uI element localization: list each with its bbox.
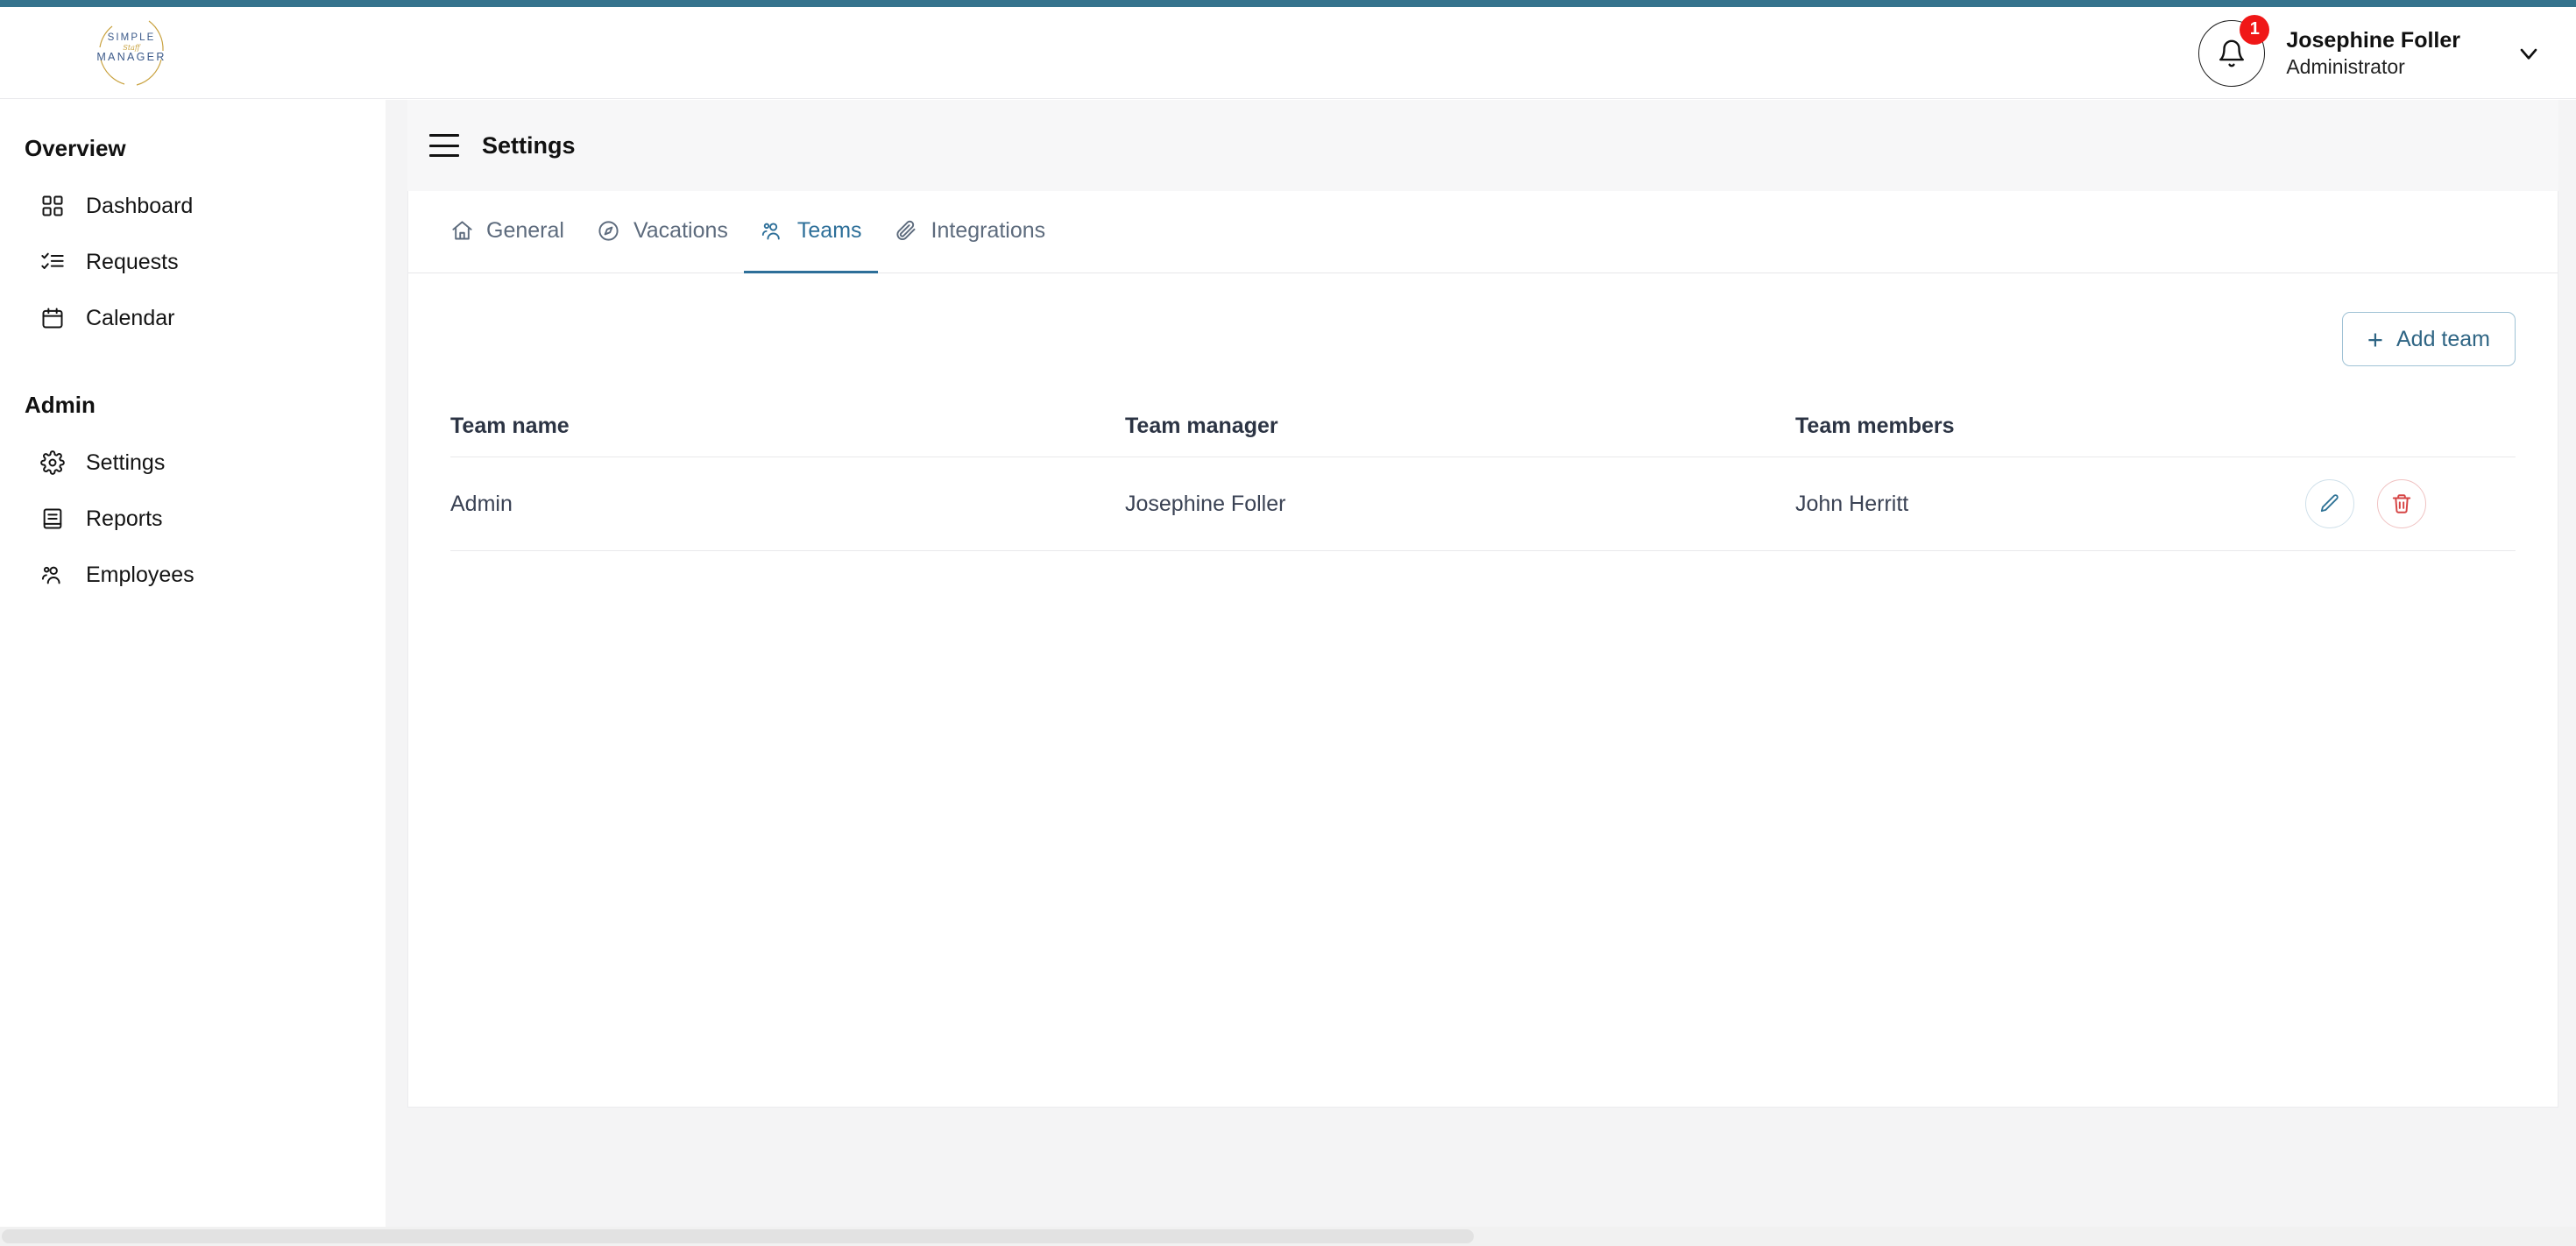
tab-general[interactable]: General [433,191,580,273]
column-header-team-name: Team name [450,414,570,438]
row-actions [2305,479,2516,528]
settings-card: General Vacations Teams Integrations + A… [407,191,2558,1108]
horizontal-scrollbar-track[interactable] [0,1227,2576,1246]
notifications-button[interactable]: 1 [2198,14,2270,87]
calendar-icon [39,304,67,332]
add-team-button[interactable]: + Add team [2341,312,2516,366]
page-header: Settings [407,100,2558,191]
brand-logo[interactable]: SIMPLE Staff MANAGER [86,9,177,96]
paperclip-icon [894,218,920,244]
tab-label: Vacations [633,218,728,243]
trash-icon [2392,494,2411,513]
pencil-icon [2320,494,2339,513]
user-role: Administrator [2286,54,2405,78]
tab-label: Teams [796,218,862,243]
report-icon [39,505,67,533]
cell-team-name: Admin [450,491,513,516]
logo-line-2: MANAGER [96,50,166,63]
sidebar-section-overview-title: Overview [25,135,126,161]
table-header-row: Team name Team manager Team members [450,396,2516,457]
horizontal-scrollbar-thumb[interactable] [2,1229,1474,1243]
sidebar-item-settings[interactable]: Settings [0,435,386,491]
sidebar: Overview Dashboard Requests Calendar Adm… [0,100,386,1246]
home-icon [449,218,475,244]
top-header-bar: SIMPLE Staff MANAGER 1 Josephine Foller … [0,7,2576,99]
sidebar-item-label: Settings [86,450,166,475]
teams-table: Team name Team manager Team members Admi… [450,396,2516,551]
user-menu-toggle[interactable] [2511,36,2546,71]
chevron-down-icon [2520,48,2537,60]
delete-team-button[interactable] [2377,479,2426,528]
column-header-team-members: Team members [1795,414,1955,438]
grid-icon [39,192,67,220]
logo-line-1: SIMPLE [107,32,156,43]
sidebar-item-requests[interactable]: Requests [0,234,386,290]
cell-team-manager: Josephine Foller [1125,491,1286,516]
tab-teams[interactable]: Teams [743,191,878,273]
sidebar-item-label: Requests [86,249,179,274]
sidebar-item-reports[interactable]: Reports [0,491,386,547]
sidebar-item-label: Calendar [86,305,175,330]
app-root: SIMPLE Staff MANAGER 1 Josephine Foller … [0,0,2576,1246]
sidebar-item-employees[interactable]: Employees [0,547,386,603]
tab-label: Integrations [931,218,1046,243]
page-title: Settings [482,131,576,159]
user-menu[interactable]: 1 Josephine Foller Administrator [2198,7,2546,99]
table-row[interactable]: Admin Josephine Foller John Herritt [450,457,2516,551]
user-identity: Josephine Foller Administrator [2286,27,2460,80]
content-region: Settings General Vacations Teams Integra… [386,100,2576,1246]
user-name: Josephine Foller [2286,27,2460,53]
top-accent-strip [0,0,2576,7]
edit-team-button[interactable] [2305,479,2354,528]
compass-icon [596,218,622,244]
teams-toolbar: + Add team [408,273,2558,366]
cell-team-members: John Herritt [1795,491,1909,516]
settings-tabs: General Vacations Teams Integrations [408,191,2558,273]
gear-icon [39,449,67,477]
tab-integrations[interactable]: Integrations [878,191,1062,273]
users-icon [39,561,67,589]
sidebar-item-dashboard[interactable]: Dashboard [0,178,386,234]
add-team-label: Add team [2396,326,2490,351]
column-header-team-manager: Team manager [1125,414,1278,438]
bell-icon [2219,39,2245,67]
sidebar-item-label: Reports [86,506,163,531]
tab-label: General [486,218,564,243]
plus-icon: + [2367,323,2383,355]
sidebar-item-label: Dashboard [86,193,194,218]
checklist-icon [39,248,67,276]
notification-badge: 1 [2240,14,2270,45]
sidebar-item-label: Employees [86,562,195,587]
page-background-filler [386,1108,2576,1246]
hamburger-icon[interactable] [429,134,459,157]
sidebar-section-admin-title: Admin [25,392,96,418]
tab-vacations[interactable]: Vacations [580,191,744,273]
sidebar-item-calendar[interactable]: Calendar [0,290,386,346]
users-icon [760,218,786,244]
